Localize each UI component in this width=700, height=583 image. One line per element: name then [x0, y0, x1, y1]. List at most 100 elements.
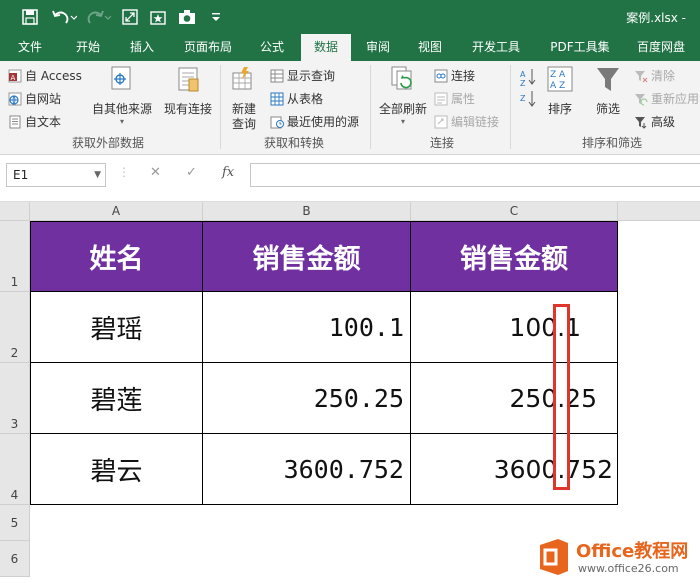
- refresh-all-button[interactable]: 全部刷新 ▾: [376, 65, 430, 127]
- camera-icon[interactable]: [177, 7, 197, 27]
- row-header-6[interactable]: 6: [0, 541, 30, 577]
- sort-ascending-button[interactable]: AZZ: [518, 67, 540, 112]
- tab-view[interactable]: 视图: [410, 34, 450, 61]
- name-box[interactable]: E1 ▼: [6, 163, 106, 187]
- from-web-button[interactable]: 自网站: [8, 90, 61, 107]
- worksheet-grid[interactable]: A B C 1 2 3 4 5 6 姓名 销售金额 销售金额 碧瑶 100.1 …: [0, 202, 700, 583]
- cancel-icon[interactable]: ✕: [150, 165, 161, 180]
- tab-file[interactable]: 文件: [10, 34, 50, 61]
- tab-data[interactable]: 数据: [301, 34, 351, 61]
- column-header-d[interactable]: [618, 202, 700, 221]
- edit-links-button[interactable]: 编辑链接: [434, 113, 499, 130]
- undo-icon[interactable]: [50, 7, 78, 27]
- tab-home[interactable]: 开始: [66, 34, 110, 61]
- from-access-label: 自 Access: [25, 69, 82, 83]
- window-title: 案例.xlsx -: [626, 11, 686, 25]
- svg-text:Z: Z: [520, 79, 526, 88]
- connections-icon: [434, 69, 448, 83]
- tab-formulas[interactable]: 公式: [250, 34, 294, 61]
- from-text-label: 自文本: [25, 115, 62, 129]
- sort-filter-group-label: 排序和筛选: [582, 136, 643, 150]
- get-external-data-group-label: 获取外部数据: [72, 136, 145, 150]
- funnel-icon: [590, 65, 626, 98]
- name-box-value: E1: [13, 168, 29, 182]
- office-logo-icon: [536, 537, 572, 577]
- table-cell-name[interactable]: 碧云: [30, 434, 203, 505]
- redo-icon[interactable]: [86, 7, 112, 27]
- sort-label: 排序: [547, 102, 572, 116]
- access-icon: A: [8, 69, 22, 83]
- from-table-label: 从表格: [287, 92, 324, 106]
- recent-sources-button[interactable]: 最近使用的源: [270, 113, 359, 130]
- clear-filter-icon: [634, 69, 648, 83]
- globe-icon: [8, 92, 22, 106]
- ribbon: A 自 Access 自网站 自文本 自其他来源 ▾ 现有连接 获取外部数据 新…: [0, 61, 700, 155]
- other-sources-icon: [90, 65, 154, 98]
- tab-insert[interactable]: 插入: [120, 34, 164, 61]
- connections-button[interactable]: 连接: [434, 67, 475, 84]
- other-sources-button[interactable]: 自其他来源 ▾: [90, 65, 154, 127]
- reapply-button[interactable]: 重新应用: [634, 90, 699, 107]
- other-sources-label: 自其他来源: [91, 102, 152, 116]
- save-icon[interactable]: [20, 7, 40, 27]
- show-queries-label: 显示查询: [287, 69, 336, 83]
- show-queries-button[interactable]: 显示查询: [270, 67, 335, 84]
- enter-icon[interactable]: ✓: [186, 165, 197, 180]
- header-cell-sales-c[interactable]: 销售金额: [411, 221, 618, 292]
- table-cell-sales-b[interactable]: 100.1: [203, 292, 411, 363]
- table-cell-sales-c[interactable]: 100.1: [411, 292, 618, 363]
- column-header-b[interactable]: B: [203, 202, 411, 221]
- table-cell-sales-c[interactable]: 250.25: [411, 363, 618, 434]
- existing-connections-button[interactable]: 现有连接: [162, 65, 214, 117]
- clear-filter-label: 清除: [651, 69, 676, 83]
- refresh-icon: [376, 65, 430, 98]
- tab-pdf-tools[interactable]: PDF工具集: [540, 34, 620, 61]
- header-cell-sales-b[interactable]: 销售金额: [203, 221, 411, 292]
- tab-review[interactable]: 审阅: [358, 34, 398, 61]
- table-cell-sales-c[interactable]: 3600.752: [411, 434, 618, 505]
- table-cell-name[interactable]: 碧瑶: [30, 292, 203, 363]
- connections-label: 连接: [451, 69, 476, 83]
- from-table-button[interactable]: 从表格: [270, 90, 323, 107]
- header-cell-name[interactable]: 姓名: [30, 221, 203, 292]
- get-transform-group-label: 获取和转换: [264, 136, 325, 150]
- star-icon[interactable]: [148, 7, 168, 27]
- from-text-button[interactable]: 自文本: [8, 113, 61, 130]
- column-header-c[interactable]: C: [411, 202, 618, 221]
- other-sources-dropdown-icon: ▾: [119, 117, 124, 126]
- tab-baidu-netdisk[interactable]: 百度网盘: [628, 34, 694, 61]
- advanced-filter-label: 高级: [651, 115, 676, 129]
- title-bar: 案例.xlsx -: [0, 0, 700, 34]
- from-access-button[interactable]: A 自 Access: [8, 67, 82, 84]
- group-separator: [510, 65, 511, 149]
- table-cell-sales-b[interactable]: 250.25: [203, 363, 411, 434]
- advanced-filter-button[interactable]: 高级: [634, 113, 675, 130]
- tab-page-layout[interactable]: 页面布局: [176, 34, 240, 61]
- svg-text:Z: Z: [520, 94, 526, 103]
- edit-links-label: 编辑链接: [451, 115, 500, 129]
- properties-button[interactable]: 属性: [434, 90, 475, 107]
- formula-input[interactable]: [250, 163, 700, 187]
- table-cell-name[interactable]: 碧莲: [30, 363, 203, 434]
- filter-button[interactable]: 筛选: [590, 65, 626, 117]
- sort-button[interactable]: Z AA Z 排序: [542, 65, 578, 117]
- row-header-1[interactable]: 1: [0, 221, 30, 292]
- svg-text:A Z: A Z: [550, 81, 565, 91]
- group-separator: [370, 65, 371, 149]
- table-cell-sales-b[interactable]: 3600.752: [203, 434, 411, 505]
- refresh-dropdown-icon: ▾: [400, 117, 405, 126]
- row-header-5[interactable]: 5: [0, 505, 30, 541]
- new-query-button[interactable]: 新建 查询: [226, 65, 262, 131]
- clear-filter-button[interactable]: 清除: [634, 67, 675, 84]
- resize-icon[interactable]: [120, 7, 140, 27]
- name-box-dropdown-icon[interactable]: ▼: [94, 164, 101, 186]
- qat-customize-icon[interactable]: [206, 7, 226, 27]
- row-header-3[interactable]: 3: [0, 363, 30, 434]
- row-header-4[interactable]: 4: [0, 434, 30, 505]
- column-header-a[interactable]: A: [30, 202, 203, 221]
- tab-developer[interactable]: 开发工具: [464, 34, 528, 61]
- insert-function-icon[interactable]: fx: [222, 165, 234, 180]
- row-header-2[interactable]: 2: [0, 292, 30, 363]
- group-separator: [220, 65, 221, 149]
- select-all-corner[interactable]: [0, 202, 30, 221]
